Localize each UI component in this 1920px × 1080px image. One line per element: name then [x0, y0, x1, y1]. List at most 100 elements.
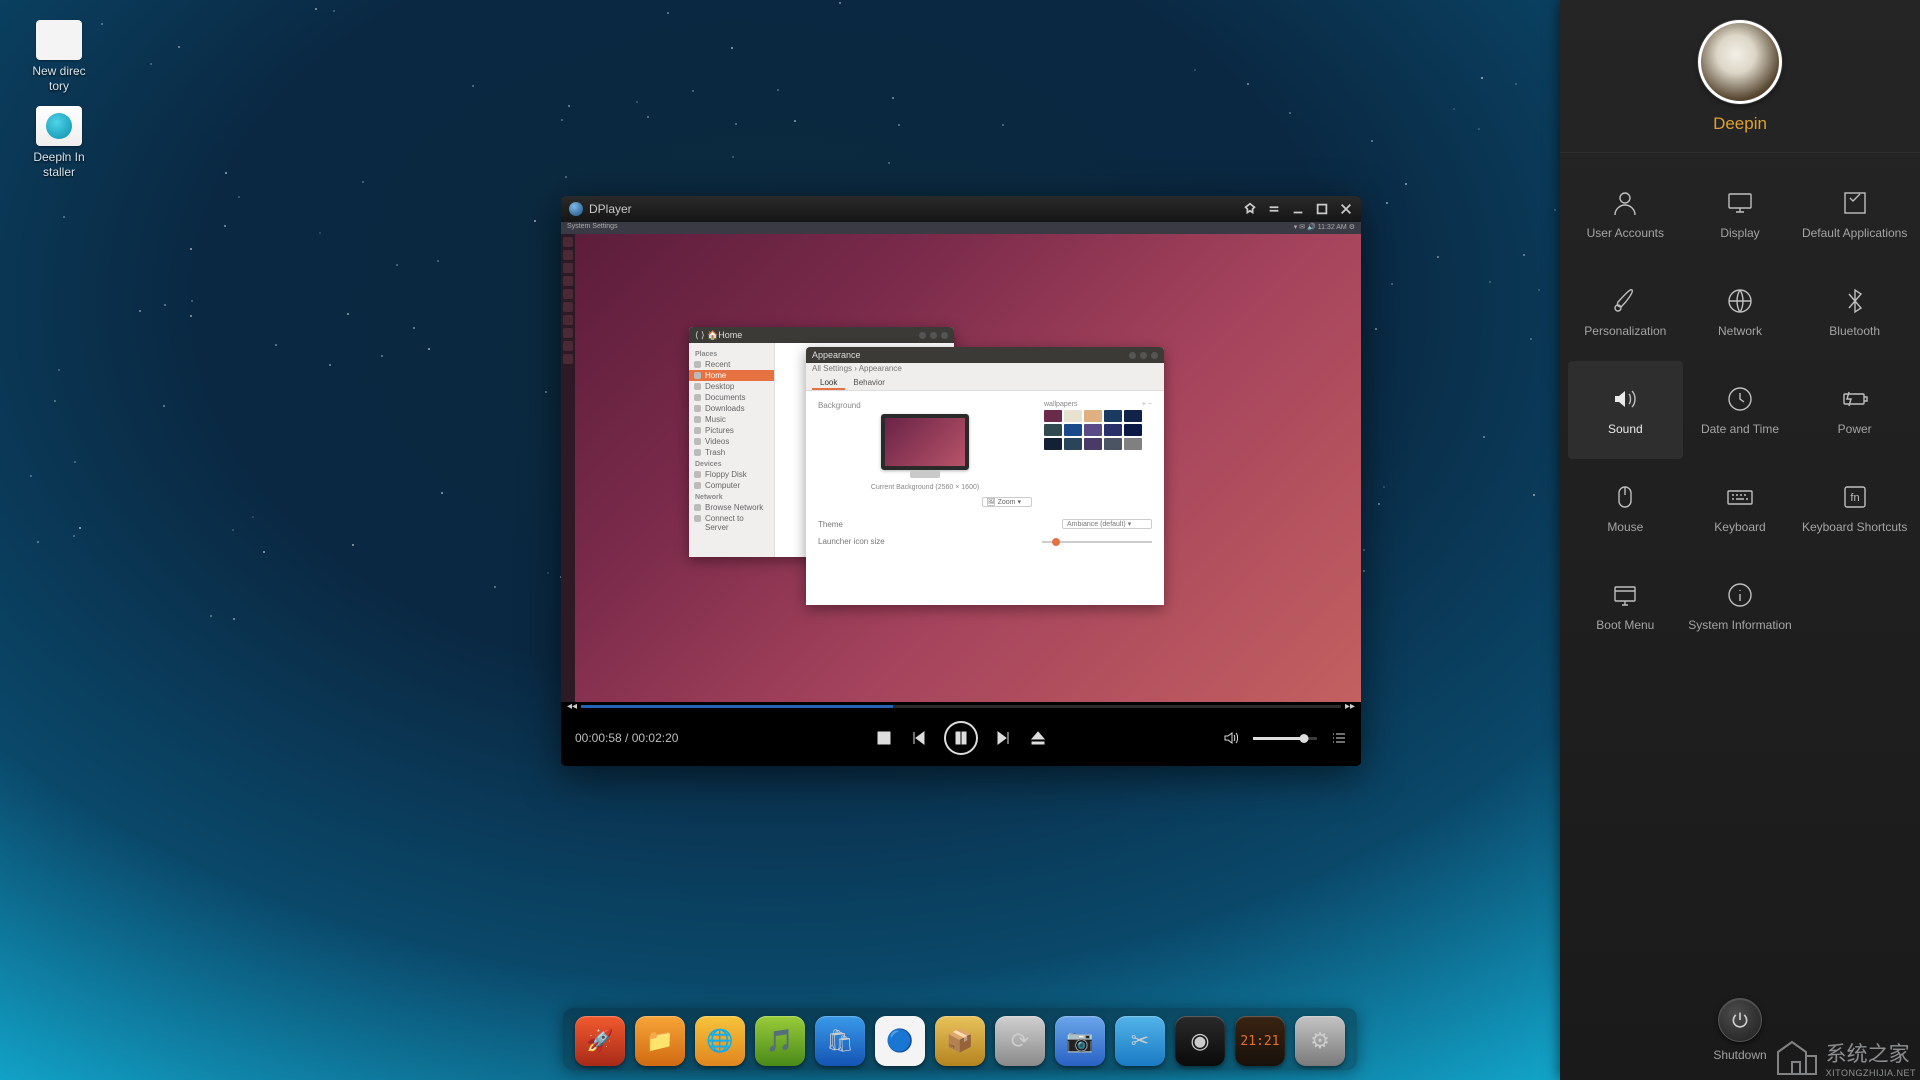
cc-item-label: Sound — [1604, 422, 1647, 436]
mouse-icon — [1610, 482, 1640, 512]
dock-app-clock[interactable]: 21:21 — [1235, 1016, 1285, 1066]
screenshot-icon: ✂ — [1131, 1028, 1149, 1054]
dplayer-progress-bar[interactable]: ◂◂ ▸▸ — [561, 702, 1361, 710]
cc-item-label: Keyboard — [1710, 520, 1769, 534]
files-icon: 📁 — [646, 1028, 673, 1054]
defaults-icon — [1840, 188, 1870, 218]
cc-item-label: System Information — [1684, 618, 1795, 632]
titlebar-pin-icon[interactable] — [1243, 202, 1257, 216]
desktop-icon-deepin-installer[interactable]: Deepin In staller — [18, 106, 100, 180]
dock-app-screenshot[interactable]: ✂ — [1115, 1016, 1165, 1066]
cc-item-power[interactable]: Power — [1797, 361, 1912, 459]
cc-item-label: Personalization — [1580, 324, 1670, 338]
dock-app-archive[interactable]: 📦 — [935, 1016, 985, 1066]
dock-app-browser[interactable]: 🌐 — [695, 1016, 745, 1066]
playlist-button[interactable] — [1331, 730, 1347, 746]
cc-item-label: Display — [1716, 226, 1763, 240]
titlebar-menu-icon[interactable] — [1267, 202, 1281, 216]
settings-icon: ⚙ — [1310, 1028, 1330, 1054]
desktop-icon-label: Deepin In staller — [18, 150, 100, 180]
eject-button[interactable] — [1030, 730, 1046, 746]
dock-app-files[interactable]: 📁 — [635, 1016, 685, 1066]
clock-icon — [1725, 384, 1755, 414]
cc-item-label: Date and Time — [1697, 422, 1783, 436]
fn-icon: fn — [1840, 482, 1870, 512]
dock-app-chrome[interactable]: 🔵 — [875, 1016, 925, 1066]
dplayer-time: 00:00:58 / 00:02:20 — [575, 731, 678, 745]
dock: 🚀 📁 🌐 🎵 🛍 🔵 📦 ⟳ 📷 ✂ ◉ 21:21 ⚙ — [563, 1008, 1357, 1070]
titlebar-maximize-icon[interactable] — [1315, 202, 1329, 216]
cc-shutdown-section: Shutdown — [1560, 998, 1920, 1080]
dock-app-store[interactable]: 🛍 — [815, 1016, 865, 1066]
dplayer-controls: 00:00:58 / 00:02:20 — [561, 710, 1361, 766]
browser-icon: 🌐 — [706, 1028, 733, 1054]
dplayer-icon: ◉ — [1190, 1028, 1209, 1054]
forward-icon[interactable]: ▸▸ — [1345, 701, 1355, 712]
cc-item-label: Power — [1834, 422, 1876, 436]
video-appearance-window: Appearance All Settings › Appearance Loo… — [806, 347, 1164, 605]
control-center-panel: Deepin User Accounts Display Default Appli… — [1560, 0, 1920, 1080]
cc-item-shortcuts[interactable]: fn Keyboard Shortcuts — [1797, 459, 1912, 557]
cc-item-label: Network — [1714, 324, 1766, 338]
cc-item-label: Keyboard Shortcuts — [1798, 520, 1911, 534]
cc-item-network[interactable]: Network — [1683, 263, 1798, 361]
cc-item-default-apps[interactable]: Default Applications — [1797, 165, 1912, 263]
cc-user-section[interactable]: Deepin — [1560, 0, 1920, 146]
sound-icon — [1610, 384, 1640, 414]
keyboard-icon — [1725, 482, 1755, 512]
shutdown-button[interactable] — [1718, 998, 1762, 1042]
previous-button[interactable] — [910, 730, 926, 746]
info-icon — [1725, 580, 1755, 610]
chrome-icon: 🔵 — [886, 1028, 913, 1054]
cc-item-label: User Accounts — [1583, 226, 1668, 240]
cc-item-bluetooth[interactable]: Bluetooth — [1797, 263, 1912, 361]
power-icon — [1730, 1010, 1750, 1030]
battery-icon — [1840, 384, 1870, 414]
volume-icon[interactable] — [1223, 730, 1239, 746]
progress-track[interactable] — [581, 705, 1341, 708]
volume-slider[interactable] — [1253, 737, 1317, 740]
video-files-sidebar: PlacesRecentHomeDesktopDocumentsDownload… — [689, 343, 775, 557]
svg-text:fn: fn — [1850, 492, 1859, 504]
cc-item-boot[interactable]: Boot Menu — [1568, 557, 1683, 655]
cc-item-sound[interactable]: Sound — [1568, 361, 1683, 459]
cc-item-user-accounts[interactable]: User Accounts — [1568, 165, 1683, 263]
cc-item-personalization[interactable]: Personalization — [1568, 263, 1683, 361]
play-pause-button[interactable] — [944, 721, 978, 755]
dock-app-camera[interactable]: 📷 — [1055, 1016, 1105, 1066]
deepin-logo-icon — [36, 106, 82, 146]
dplayer-titlebar[interactable]: DPlayer — [561, 196, 1361, 222]
brush-icon — [1610, 286, 1640, 316]
cc-item-mouse[interactable]: Mouse — [1568, 459, 1683, 557]
titlebar-minimize-icon[interactable] — [1291, 202, 1305, 216]
dock-app-settings[interactable]: ⚙ — [1295, 1016, 1345, 1066]
cc-item-keyboard[interactable]: Keyboard — [1683, 459, 1798, 557]
display-icon — [1725, 188, 1755, 218]
cc-item-label: Bluetooth — [1825, 324, 1884, 338]
video-monitor-preview — [881, 414, 969, 470]
video-ubuntu-topbar: System Settings▾ ✉ 🔊 11:32 AM ⚙ — [561, 222, 1361, 234]
rewind-icon[interactable]: ◂◂ — [567, 701, 577, 712]
boot-icon — [1610, 580, 1640, 610]
cc-item-sysinfo[interactable]: System Information — [1683, 557, 1798, 655]
desktop-icon-new-directory[interactable]: New direc tory — [18, 20, 100, 94]
dock-app-updater[interactable]: ⟳ — [995, 1016, 1045, 1066]
globe-icon — [1725, 286, 1755, 316]
dplayer-video-area[interactable]: System Settings▾ ✉ 🔊 11:32 AM ⚙ ⟨ ⟩ 🏠 Ho… — [561, 222, 1361, 702]
cc-item-display[interactable]: Display — [1683, 165, 1798, 263]
stop-button[interactable] — [876, 730, 892, 746]
user-avatar[interactable] — [1698, 20, 1782, 104]
dock-app-music[interactable]: 🎵 — [755, 1016, 805, 1066]
store-icon: 🛍 — [826, 1028, 854, 1054]
divider — [1560, 152, 1920, 153]
folder-icon — [36, 20, 82, 60]
dock-app-launcher[interactable]: 🚀 — [575, 1016, 625, 1066]
dock-app-dplayer[interactable]: ◉ — [1175, 1016, 1225, 1066]
updater-icon: ⟳ — [1011, 1028, 1029, 1054]
cc-item-datetime[interactable]: Date and Time — [1683, 361, 1798, 459]
next-button[interactable] — [996, 730, 1012, 746]
titlebar-close-icon[interactable] — [1339, 202, 1353, 216]
dplayer-window[interactable]: DPlayer System Settings▾ ✉ 🔊 11:32 AM ⚙ … — [561, 196, 1361, 766]
username-label: Deepin — [1560, 114, 1920, 134]
clock-icon: 21:21 — [1240, 1034, 1279, 1049]
